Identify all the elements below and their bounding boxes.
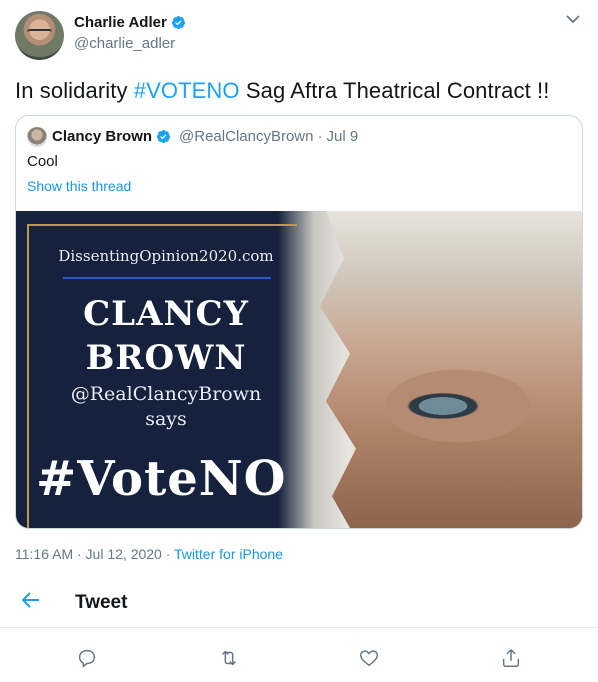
divider bbox=[0, 627, 598, 628]
tweet-time[interactable]: 11:16 AM · Jul 12, 2020 · bbox=[15, 546, 174, 562]
image-hashtag-text: #VoteNO bbox=[36, 451, 287, 507]
meta-separator: · bbox=[317, 128, 323, 145]
verified-badge-icon bbox=[156, 129, 171, 144]
show-thread-link[interactable]: Show this thread bbox=[27, 178, 131, 194]
reply-icon[interactable] bbox=[76, 647, 98, 669]
quoted-tweet-header: Clancy Brown @RealClancyBrown · Jul 9 bbox=[52, 128, 358, 145]
tweet-text: In solidarity #VOTENO Sag Aftra Theatric… bbox=[15, 78, 549, 104]
image-name-line2: BROWN bbox=[85, 338, 247, 378]
verified-badge-icon bbox=[171, 15, 185, 30]
image-site-text: DissentingOpinion2020.com bbox=[58, 247, 274, 265]
tweet-text-before: In solidarity bbox=[15, 78, 134, 103]
author-name[interactable]: Charlie Adler bbox=[74, 14, 167, 31]
quoted-tweet-image[interactable]: DissentingOpinion2020.com CLANCY BROWN @… bbox=[16, 211, 582, 528]
author-avatar[interactable] bbox=[15, 11, 64, 60]
author-name-row[interactable]: Charlie Adler bbox=[74, 14, 186, 31]
image-divider bbox=[63, 277, 271, 279]
tweet-source-link[interactable]: Twitter for iPhone bbox=[174, 546, 283, 562]
quoted-author-avatar bbox=[27, 127, 47, 147]
nav-title: Tweet bbox=[75, 592, 128, 613]
image-says-text: says bbox=[145, 408, 187, 430]
back-arrow-icon[interactable] bbox=[22, 592, 40, 608]
tweet-nav-bar: Tweet bbox=[0, 578, 598, 624]
share-icon[interactable] bbox=[500, 647, 522, 669]
quoted-tweet-card[interactable]: Clancy Brown @RealClancyBrown · Jul 9 Co… bbox=[15, 115, 583, 529]
quoted-author-handle: @RealClancyBrown bbox=[179, 128, 314, 145]
retweet-icon[interactable] bbox=[218, 647, 240, 669]
author-handle[interactable]: @charlie_adler bbox=[74, 35, 175, 52]
image-name-line1: CLANCY bbox=[83, 294, 249, 334]
like-icon[interactable] bbox=[358, 647, 380, 669]
chevron-down-icon[interactable] bbox=[566, 14, 580, 24]
quoted-tweet-text: Cool bbox=[27, 153, 58, 170]
quoted-author-name: Clancy Brown bbox=[52, 128, 153, 145]
quoted-tweet-date: Jul 9 bbox=[326, 128, 359, 145]
image-handle-text: @RealClancyBrown bbox=[70, 383, 262, 405]
tweet-text-after: Sag Aftra Theatrical Contract !! bbox=[239, 78, 550, 103]
tweet-timestamp: 11:16 AM · Jul 12, 2020 · Twitter for iP… bbox=[15, 546, 283, 562]
hashtag-link[interactable]: #VOTENO bbox=[134, 78, 240, 103]
tweet-actions bbox=[0, 647, 598, 671]
